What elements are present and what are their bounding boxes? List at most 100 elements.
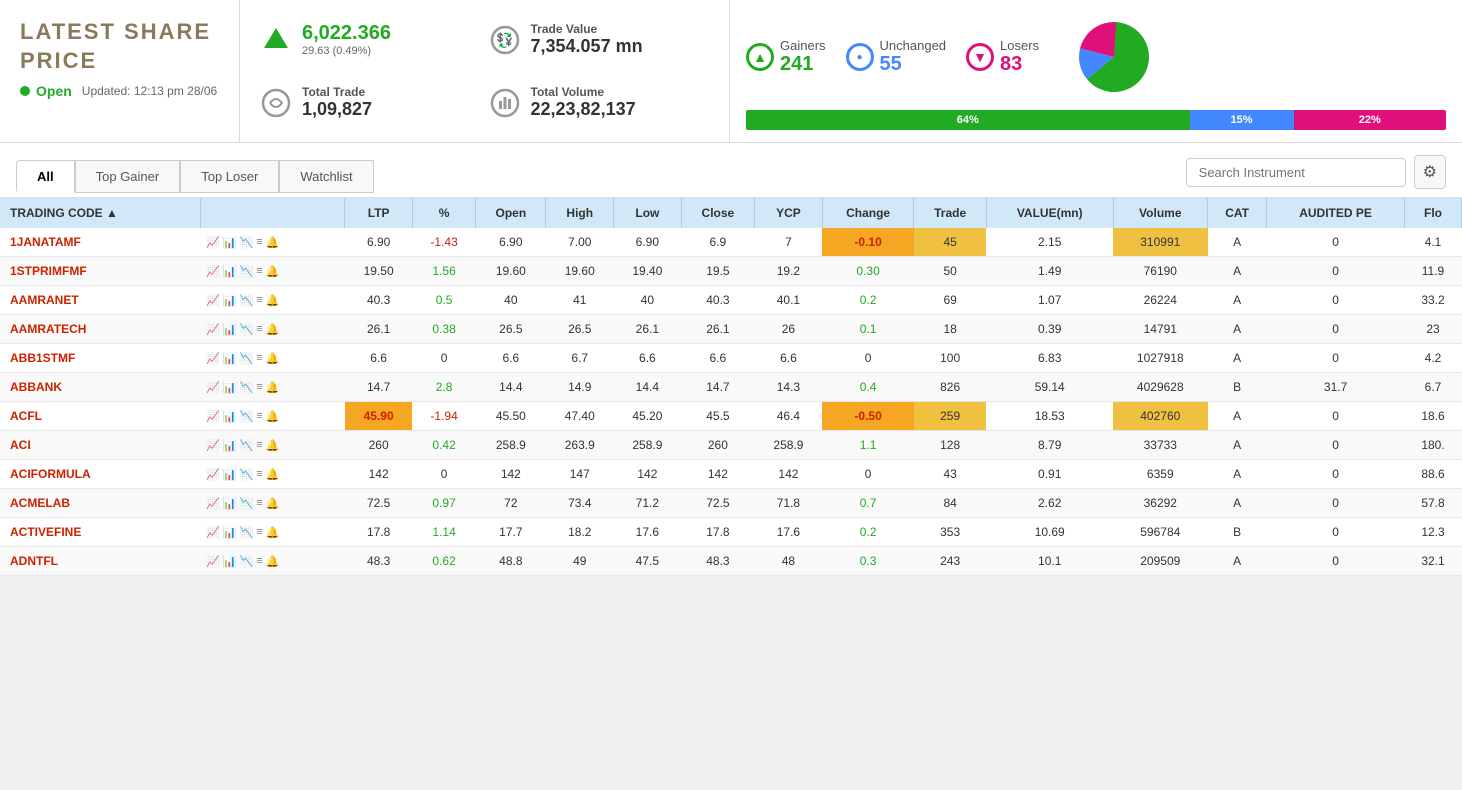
list-icon[interactable]: ≡ — [256, 236, 262, 248]
chart-bar-icon[interactable]: 📊 — [223, 381, 237, 394]
chart-line-icon[interactable]: 📈 — [206, 323, 220, 336]
col-low[interactable]: Low — [614, 198, 682, 228]
cell-code[interactable]: ACI — [0, 431, 200, 460]
chart-area-icon[interactable]: 📉 — [239, 352, 253, 365]
speaker-icon[interactable]: 🔔 — [266, 497, 280, 510]
chart-bar-icon[interactable]: 📊 — [223, 236, 237, 249]
chart-bar-icon[interactable]: 📊 — [223, 439, 237, 452]
chart-line-icon[interactable]: 📈 — [206, 352, 220, 365]
tab-top-gainer[interactable]: Top Gainer — [75, 160, 181, 193]
cell-code[interactable]: 1STPRIMFMF — [0, 257, 200, 286]
list-icon[interactable]: ≡ — [256, 497, 262, 509]
speaker-icon[interactable]: 🔔 — [266, 468, 280, 481]
list-icon[interactable]: ≡ — [256, 323, 262, 335]
list-icon[interactable]: ≡ — [256, 526, 262, 538]
chart-line-icon[interactable]: 📈 — [206, 265, 220, 278]
chart-area-icon[interactable]: 📉 — [239, 439, 253, 452]
cell-code[interactable]: 1JANATAMF — [0, 228, 200, 257]
cell-pe: 0 — [1267, 547, 1405, 576]
cell-code[interactable]: AAMRATECH — [0, 315, 200, 344]
col-audited-pe[interactable]: AUDITED PE — [1267, 198, 1405, 228]
speaker-icon[interactable]: 🔔 — [266, 236, 280, 249]
speaker-icon[interactable]: 🔔 — [266, 526, 280, 539]
col-cat[interactable]: CAT — [1208, 198, 1267, 228]
chart-bar-icon[interactable]: 📊 — [223, 323, 237, 336]
cell-pct: 0 — [412, 460, 475, 489]
speaker-icon[interactable]: 🔔 — [266, 352, 280, 365]
chart-bar-icon[interactable]: 📊 — [223, 468, 237, 481]
col-flo[interactable]: Flo — [1404, 198, 1461, 228]
cell-ycp: 258.9 — [755, 431, 823, 460]
cell-code[interactable]: ABB1STMF — [0, 344, 200, 373]
chart-line-icon[interactable]: 📈 — [206, 236, 220, 249]
col-trade[interactable]: Trade — [914, 198, 986, 228]
chart-line-icon[interactable]: 📈 — [206, 410, 220, 423]
cell-code[interactable]: ACFL — [0, 402, 200, 431]
tab-all[interactable]: All — [16, 160, 75, 193]
speaker-icon[interactable]: 🔔 — [266, 323, 280, 336]
list-icon[interactable]: ≡ — [256, 468, 262, 480]
chart-line-icon[interactable]: 📈 — [206, 468, 220, 481]
list-icon[interactable]: ≡ — [256, 265, 262, 277]
speaker-icon[interactable]: 🔔 — [266, 439, 280, 452]
speaker-icon[interactable]: 🔔 — [266, 555, 280, 568]
cell-pct: 1.56 — [412, 257, 475, 286]
chart-line-icon[interactable]: 📈 — [206, 497, 220, 510]
list-icon[interactable]: ≡ — [256, 439, 262, 451]
chart-area-icon[interactable]: 📉 — [239, 526, 253, 539]
settings-button[interactable]: ⚙ — [1414, 155, 1446, 189]
cell-code[interactable]: ADNTFL — [0, 547, 200, 576]
speaker-icon[interactable]: 🔔 — [266, 294, 280, 307]
col-trading-code[interactable]: TRADING CODE ▲ — [0, 198, 200, 228]
speaker-icon[interactable]: 🔔 — [266, 265, 280, 278]
chart-area-icon[interactable]: 📉 — [239, 236, 253, 249]
chart-bar-icon[interactable]: 📊 — [223, 555, 237, 568]
col-close[interactable]: Close — [681, 198, 754, 228]
chart-bar-icon[interactable]: 📊 — [223, 265, 237, 278]
tab-top-loser[interactable]: Top Loser — [180, 160, 279, 193]
chart-line-icon[interactable]: 📈 — [206, 439, 220, 452]
cell-code[interactable]: ABBANK — [0, 373, 200, 402]
list-icon[interactable]: ≡ — [256, 410, 262, 422]
col-open[interactable]: Open — [476, 198, 546, 228]
cell-code[interactable]: ACMELAB — [0, 489, 200, 518]
list-icon[interactable]: ≡ — [256, 352, 262, 364]
chart-area-icon[interactable]: 📉 — [239, 381, 253, 394]
list-icon[interactable]: ≡ — [256, 381, 262, 393]
col-ycp[interactable]: YCP — [755, 198, 823, 228]
chart-area-icon[interactable]: 📉 — [239, 497, 253, 510]
chart-bar-icon[interactable]: 📊 — [223, 294, 237, 307]
col-change[interactable]: Change — [822, 198, 914, 228]
chart-bar-icon[interactable]: 📊 — [223, 497, 237, 510]
cell-trade: 84 — [914, 489, 986, 518]
chart-area-icon[interactable]: 📉 — [239, 410, 253, 423]
col-ltp[interactable]: LTP — [345, 198, 413, 228]
cell-code[interactable]: AAMRANET — [0, 286, 200, 315]
chart-bar-icon[interactable]: 📊 — [223, 410, 237, 423]
chart-area-icon[interactable]: 📉 — [239, 323, 253, 336]
list-icon[interactable]: ≡ — [256, 555, 262, 567]
chart-area-icon[interactable]: 📉 — [239, 468, 253, 481]
search-input[interactable] — [1186, 158, 1406, 187]
speaker-icon[interactable]: 🔔 — [266, 381, 280, 394]
list-icon[interactable]: ≡ — [256, 294, 262, 306]
tab-watchlist[interactable]: Watchlist — [279, 160, 373, 193]
chart-line-icon[interactable]: 📈 — [206, 381, 220, 394]
cell-ycp: 40.1 — [755, 286, 823, 315]
speaker-icon[interactable]: 🔔 — [266, 410, 280, 423]
chart-bar-icon[interactable]: 📊 — [223, 352, 237, 365]
col-high[interactable]: High — [546, 198, 614, 228]
chart-bar-icon[interactable]: 📊 — [223, 526, 237, 539]
chart-line-icon[interactable]: 📈 — [206, 526, 220, 539]
cell-cat: A — [1208, 286, 1267, 315]
col-value[interactable]: VALUE(mn) — [986, 198, 1113, 228]
cell-code[interactable]: ACTIVEFINE — [0, 518, 200, 547]
col-volume[interactable]: Volume — [1113, 198, 1207, 228]
col-pct[interactable]: % — [412, 198, 475, 228]
cell-code[interactable]: ACIFORMULA — [0, 460, 200, 489]
chart-area-icon[interactable]: 📉 — [239, 294, 253, 307]
chart-area-icon[interactable]: 📉 — [239, 265, 253, 278]
chart-area-icon[interactable]: 📉 — [239, 555, 253, 568]
chart-line-icon[interactable]: 📈 — [206, 555, 220, 568]
chart-line-icon[interactable]: 📈 — [206, 294, 220, 307]
